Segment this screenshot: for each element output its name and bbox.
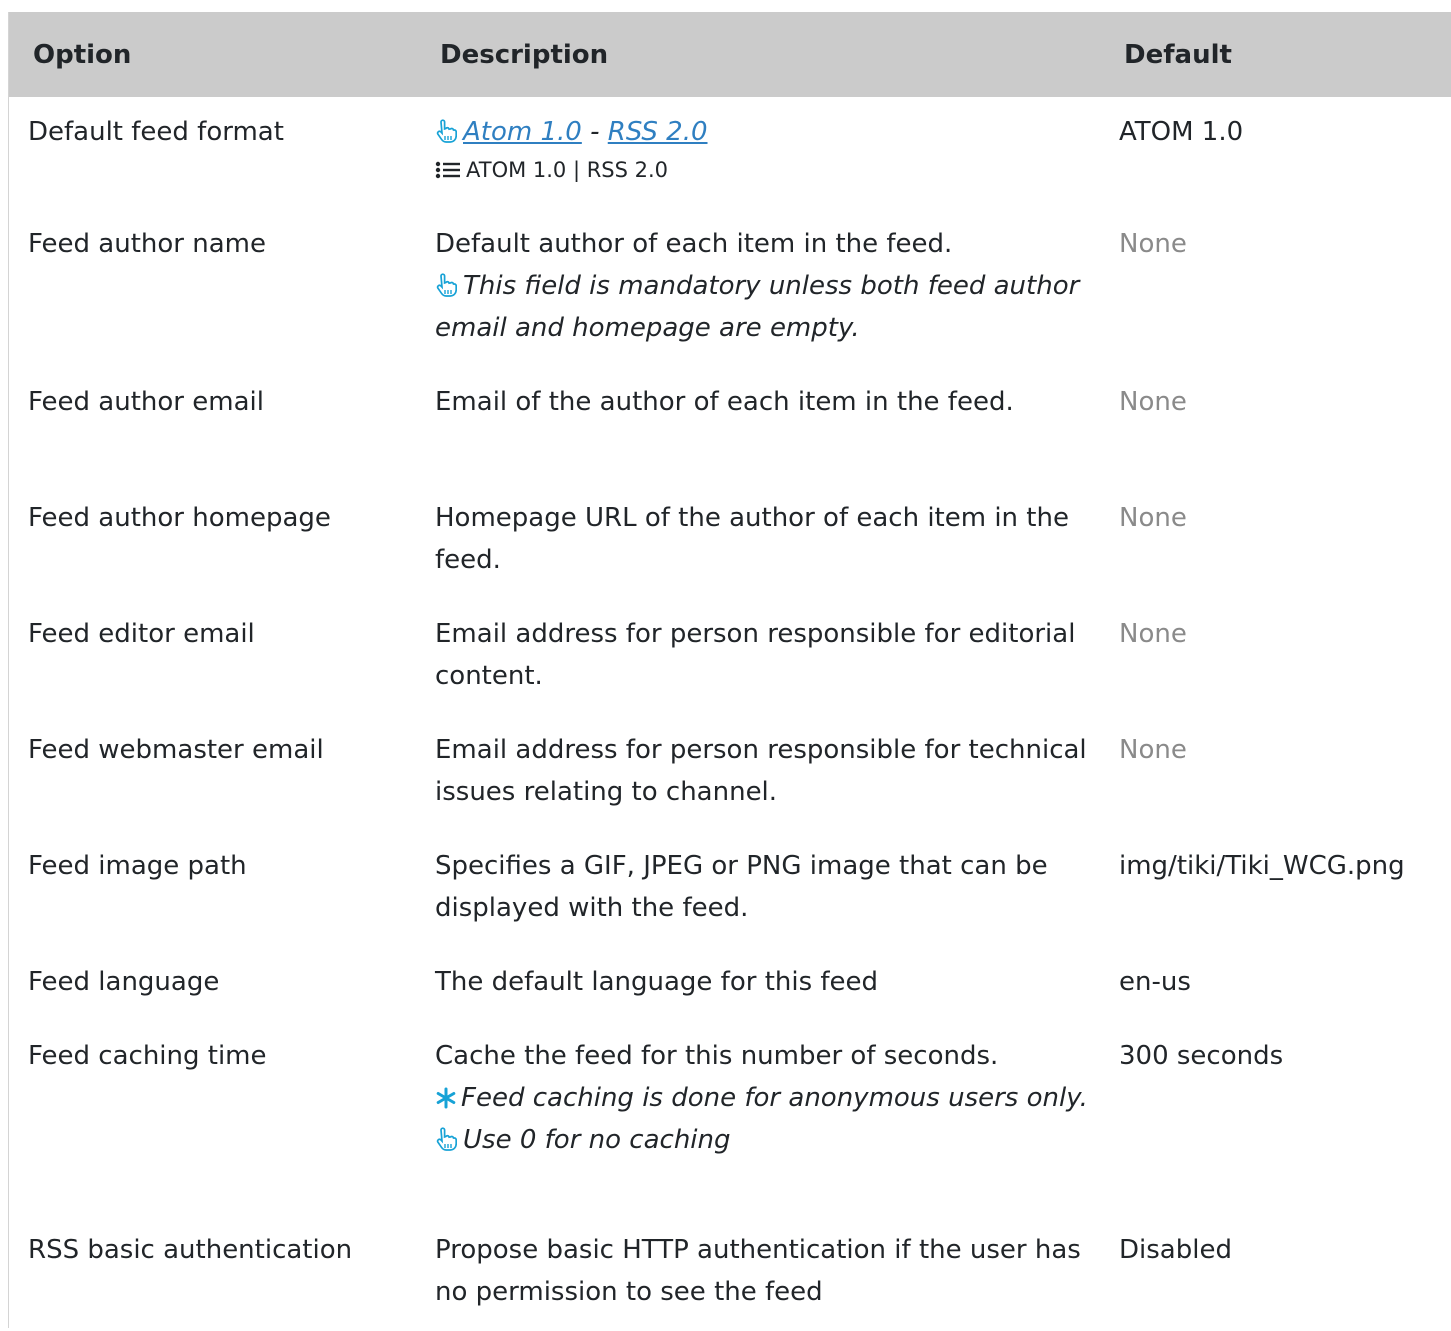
option-name: Default feed format — [28, 117, 284, 147]
option-name: Feed webmaster email — [28, 735, 324, 765]
warning-text: Feed caching is done for anonymous users… — [461, 1083, 1088, 1113]
option-default: en-us — [1119, 967, 1191, 997]
note-text: Use 0 for no caching — [463, 1125, 731, 1155]
option-default: None — [1119, 735, 1187, 765]
header-description: Description — [417, 12, 1100, 97]
option-description: Email address for person responsible for… — [435, 735, 1087, 807]
option-default: None — [1119, 387, 1187, 417]
option-name: Feed author name — [28, 229, 266, 259]
asterisk-icon — [435, 1087, 457, 1109]
option-default: img/tiki/Tiki_WCG.png — [1119, 851, 1405, 881]
options-list: ATOM 1.0 | RSS 2.0 — [435, 153, 1100, 187]
atom-link[interactable]: Atom 1.0 — [463, 117, 582, 147]
option-name: Feed caching time — [28, 1041, 267, 1071]
table-row: Feed author homepage Homepage URL of the… — [9, 483, 1451, 599]
option-name: Feed language — [28, 967, 220, 997]
note-text: This field is mandatory unless both feed… — [435, 271, 1080, 343]
option-name: Feed author homepage — [28, 503, 331, 533]
table-row: Feed author email Email of the author of… — [9, 367, 1451, 483]
table-row: Default feed format Atom 1.0 - RSS 2.0 A… — [9, 97, 1451, 209]
table-row: Feed caching time Cache the feed for thi… — [9, 1021, 1451, 1215]
option-default: Disabled — [1119, 1235, 1232, 1265]
table-row: Feed language The default language for t… — [9, 947, 1451, 1021]
rss-link[interactable]: RSS 2.0 — [608, 117, 708, 147]
option-default: ATOM 1.0 — [1119, 117, 1244, 147]
description-text: Default author of each item in the feed. — [435, 229, 953, 259]
description-warning: Feed caching is done for anonymous users… — [435, 1077, 1100, 1119]
option-default: None — [1119, 503, 1187, 533]
option-description: Atom 1.0 - RSS 2.0 ATOM 1.0 | RSS 2.0 — [417, 97, 1100, 209]
header-option: Option — [9, 12, 417, 97]
option-description: Email address for person responsible for… — [435, 619, 1076, 691]
option-description: Default author of each item in the feed.… — [417, 209, 1100, 367]
table-row: Feed author name Default author of each … — [9, 209, 1451, 367]
options-list-text: ATOM 1.0 | RSS 2.0 — [466, 158, 669, 182]
hand-pointer-icon — [435, 1127, 457, 1151]
link-separator: - — [590, 117, 600, 147]
option-default: None — [1119, 619, 1187, 649]
table-header-row: Option Description Default — [9, 12, 1451, 97]
preferences-table: Option Description Default Default feed … — [9, 12, 1451, 1331]
table-row: RSS basic authentication Propose basic H… — [9, 1215, 1451, 1331]
description-note: Use 0 for no caching — [435, 1119, 1100, 1161]
description-text: Cache the feed for this number of second… — [435, 1041, 999, 1071]
option-default: None — [1119, 229, 1187, 259]
option-name: Feed image path — [28, 851, 247, 881]
description-note: This field is mandatory unless both feed… — [435, 265, 1100, 349]
option-name: RSS basic authentication — [28, 1235, 353, 1265]
hand-pointer-icon — [435, 119, 457, 143]
option-description: Email of the author of each item in the … — [435, 387, 1014, 417]
option-description: Specifies a GIF, JPEG or PNG image that … — [435, 851, 1048, 923]
option-name: Feed editor email — [28, 619, 255, 649]
option-default: 300 seconds — [1119, 1041, 1284, 1071]
option-name: Feed author email — [28, 387, 264, 417]
option-description: Cache the feed for this number of second… — [417, 1021, 1100, 1215]
option-description: Homepage URL of the author of each item … — [435, 503, 1069, 575]
option-description: Propose basic HTTP authentication if the… — [435, 1235, 1081, 1307]
hand-pointer-icon — [435, 273, 457, 297]
option-description: The default language for this feed — [435, 967, 879, 997]
table-row: Feed editor email Email address for pers… — [9, 599, 1451, 715]
header-default: Default — [1100, 12, 1451, 97]
table-row: Feed image path Specifies a GIF, JPEG or… — [9, 831, 1451, 947]
list-icon — [435, 161, 461, 179]
format-links: Atom 1.0 - RSS 2.0 — [435, 111, 1100, 153]
table-row: Feed webmaster email Email address for p… — [9, 715, 1451, 831]
